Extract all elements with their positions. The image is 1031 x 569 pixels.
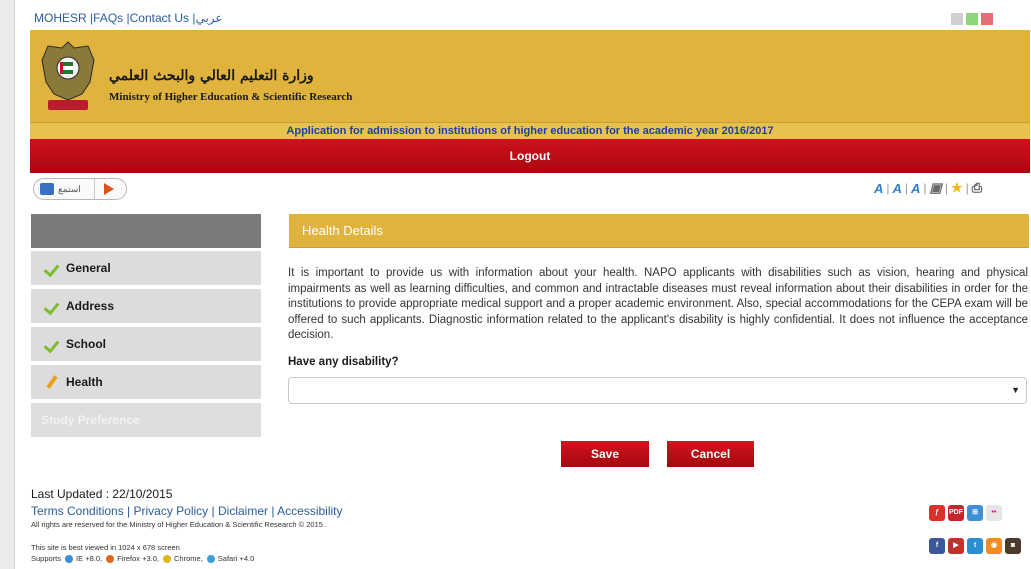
health-description: It is important to provide us with infor… bbox=[288, 267, 1028, 342]
footer-links: Terms Conditions | Privacy Policy | Dicl… bbox=[31, 504, 343, 518]
supported-browsers: Supports IE +8.0, Firefox +3.0, Chrome, … bbox=[31, 554, 255, 563]
sidebar-item-label: Health bbox=[66, 375, 103, 389]
sidebar-item-health[interactable]: Health bbox=[31, 365, 261, 399]
ministry-name-english: Ministry of Higher Education & Scientifi… bbox=[109, 91, 353, 103]
sidebar-item-general[interactable]: General bbox=[31, 251, 261, 285]
sidebar-item-address[interactable]: Address bbox=[31, 289, 261, 323]
sidebar-item-label: General bbox=[66, 261, 111, 275]
rss-icon[interactable]: ◉ bbox=[986, 538, 1002, 554]
flickr-icon[interactable]: •• bbox=[986, 505, 1002, 521]
uae-emblem-logo bbox=[41, 41, 95, 110]
accessibility-toolbar: A | A | A | ▣ | ★ | ⎙ bbox=[874, 180, 983, 196]
sidebar-item-label: School bbox=[66, 337, 107, 351]
ie-icon bbox=[65, 554, 74, 563]
theme-swatches bbox=[951, 13, 993, 25]
accessibility-link[interactable]: Accessibility bbox=[277, 504, 342, 518]
safari-icon bbox=[206, 554, 215, 563]
contact-link[interactable]: Contact Us bbox=[130, 11, 189, 25]
print-icon[interactable]: ⎙ bbox=[972, 180, 982, 196]
logout-button[interactable]: Logout bbox=[30, 139, 1030, 173]
sidebar-item-label: Study Preference bbox=[41, 413, 140, 427]
text-size-icon[interactable]: A bbox=[874, 181, 883, 196]
social-icons: f ▶ t ◉ ◙ bbox=[929, 538, 1021, 554]
listen-widget[interactable]: استمع bbox=[33, 178, 127, 200]
mohesr-link[interactable]: MOHESR bbox=[34, 11, 87, 25]
browser-chrome: Chrome bbox=[174, 554, 201, 563]
terms-link[interactable]: Terms Conditions bbox=[31, 504, 124, 518]
contrast-icon[interactable]: ▣ bbox=[930, 180, 942, 196]
checkmark-icon bbox=[44, 261, 62, 275]
sidebar: General Address School Health Study Pref… bbox=[31, 214, 261, 441]
section-title: Health Details bbox=[302, 223, 383, 238]
favorite-star-icon[interactable]: ★ bbox=[951, 180, 963, 196]
font-icon[interactable]: A bbox=[893, 181, 902, 196]
windows-icon[interactable]: ⊞ bbox=[967, 505, 983, 521]
cancel-button[interactable]: Cancel bbox=[667, 441, 754, 467]
ministry-name-arabic: وزارة التعليم العالي والبحث العلمي bbox=[109, 68, 314, 84]
youtube-icon[interactable]: ▶ bbox=[948, 538, 964, 554]
text-color-icon[interactable]: A bbox=[911, 181, 920, 196]
disability-select[interactable]: ▼ bbox=[288, 377, 1027, 404]
left-edge-bar bbox=[0, 0, 14, 569]
flash-icon[interactable]: ƒ bbox=[929, 505, 945, 521]
save-button[interactable]: Save bbox=[561, 441, 649, 467]
sidebar-item-study-preference: Study Preference bbox=[31, 403, 261, 437]
play-icon[interactable] bbox=[104, 183, 114, 195]
supports-label: Supports bbox=[31, 554, 62, 563]
speaker-icon bbox=[40, 183, 54, 195]
left-edge-divider bbox=[14, 0, 15, 569]
checkmark-icon bbox=[44, 299, 62, 313]
listen-divider bbox=[94, 179, 95, 199]
browser-safari: Safari +4.0 bbox=[217, 554, 255, 563]
firefox-icon bbox=[106, 554, 115, 563]
theme-gray-swatch[interactable] bbox=[951, 13, 963, 25]
faqs-link[interactable]: FAQs bbox=[93, 11, 123, 25]
theme-green-swatch[interactable] bbox=[966, 13, 978, 25]
header-banner: وزارة التعليم العالي والبحث العلمي Minis… bbox=[30, 30, 1030, 122]
browser-firefox: Firefox +3.0 bbox=[117, 554, 157, 563]
facebook-icon[interactable]: f bbox=[929, 538, 945, 554]
top-links: MOHESR |FAQs |Contact Us |عربي bbox=[34, 11, 223, 25]
disclaimer-link[interactable]: Diclaimer bbox=[218, 504, 268, 518]
sidebar-item-school[interactable]: School bbox=[31, 327, 261, 361]
instagram-icon[interactable]: ◙ bbox=[1005, 538, 1021, 554]
arabic-link[interactable]: عربي bbox=[195, 11, 222, 25]
checkmark-icon bbox=[44, 337, 62, 351]
copyright-text: All rights are reserved for the Ministry… bbox=[31, 520, 328, 529]
theme-red-swatch[interactable] bbox=[981, 13, 993, 25]
application-title-bar: Application for admission to institution… bbox=[30, 122, 1030, 139]
download-icons: ƒ PDF ⊞ •• bbox=[929, 505, 1002, 521]
section-header: Health Details bbox=[289, 214, 1029, 248]
chrome-icon bbox=[163, 554, 172, 563]
dropdown-arrow-icon: ▼ bbox=[1011, 385, 1020, 395]
pencil-icon bbox=[44, 375, 62, 389]
sidebar-header bbox=[31, 214, 261, 248]
best-viewed-text: This site is best viewed in 1024 x 678 s… bbox=[31, 543, 180, 552]
disability-question-label: Have any disability? bbox=[288, 356, 399, 368]
privacy-link[interactable]: Privacy Policy bbox=[134, 504, 209, 518]
sidebar-item-label: Address bbox=[66, 299, 115, 313]
listen-label: استمع bbox=[58, 183, 81, 194]
twitter-icon[interactable]: t bbox=[967, 538, 983, 554]
pdf-icon[interactable]: PDF bbox=[948, 505, 964, 521]
browser-ie: IE +8.0 bbox=[76, 554, 101, 563]
last-updated: Last Updated : 22/10/2015 bbox=[31, 487, 173, 501]
